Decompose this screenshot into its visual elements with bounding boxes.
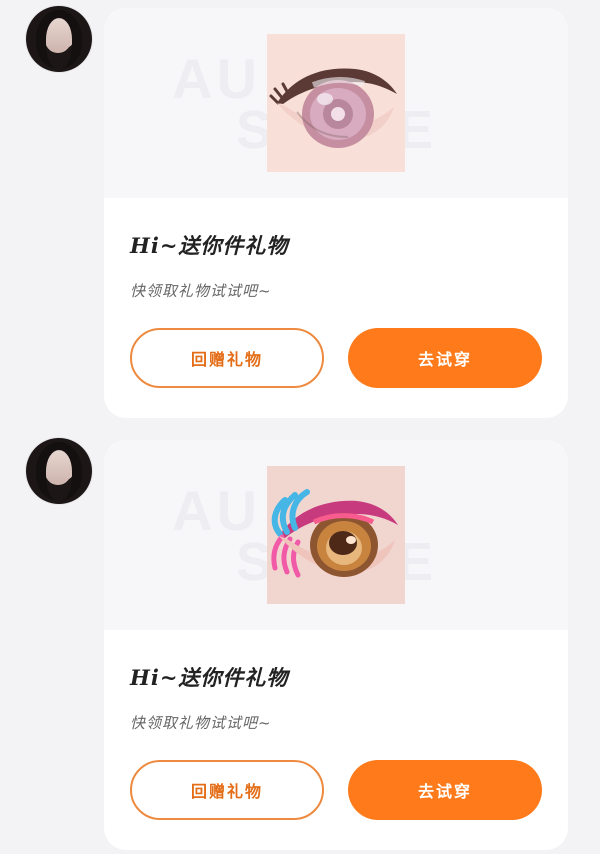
gift-back-button[interactable]: 回赠礼物 — [130, 328, 324, 388]
card-subtitle: 快领取礼物试试吧~ — [130, 282, 272, 300]
try-on-button[interactable]: 去试穿 — [348, 328, 542, 388]
gift-preview: AU A STORE — [104, 440, 568, 630]
card-subtitle: 快领取礼物试试吧~ — [130, 714, 272, 732]
avatar[interactable] — [26, 438, 92, 504]
gift-preview: AU A STORE — [104, 8, 568, 198]
anime-eye-thumbnail — [267, 466, 405, 604]
gift-card: AU A STORE Hi~送你件礼物 — [104, 8, 568, 418]
gift-back-button[interactable]: 回赠礼物 — [130, 760, 324, 820]
card-title: Hi~送你件礼物 — [130, 665, 289, 690]
card-title: Hi~送你件礼物 — [130, 233, 289, 258]
gift-card: AU A STORE Hi~送你件礼物 — [104, 440, 568, 850]
avatar[interactable] — [26, 6, 92, 72]
try-on-button[interactable]: 去试穿 — [348, 760, 542, 820]
anime-eye-thumbnail — [267, 34, 405, 172]
